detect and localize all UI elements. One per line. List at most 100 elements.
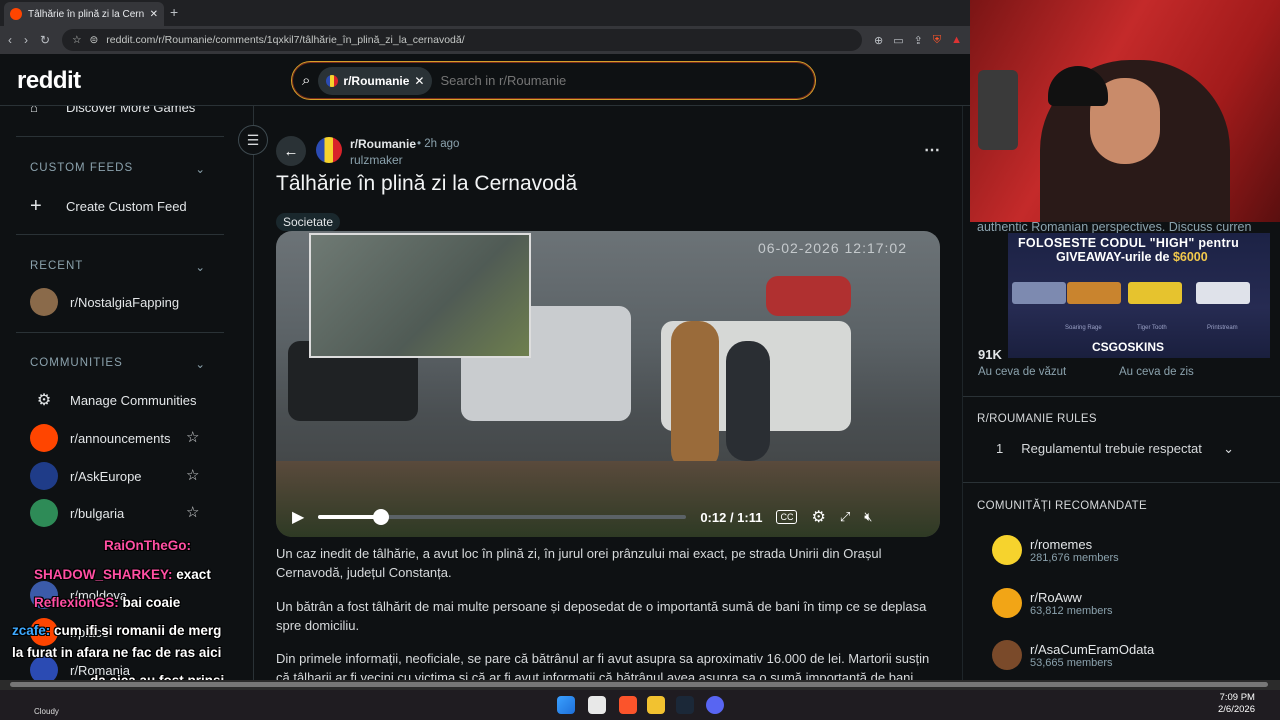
favorite-star-icon[interactable]: ☆ <box>186 503 199 521</box>
community-avatar <box>992 588 1022 618</box>
brave-shield-icon[interactable]: ⛨ <box>933 34 941 47</box>
more-options-icon[interactable]: ⋯ <box>924 140 940 160</box>
divider <box>16 332 224 333</box>
divider <box>16 234 224 235</box>
windows-start-icon[interactable] <box>557 696 575 714</box>
author-link[interactable]: rulzmaker <box>350 153 403 167</box>
sponsor-brand: CSGOSKINS <box>1092 340 1165 354</box>
brave-browser-icon[interactable] <box>619 696 637 714</box>
reload-icon[interactable]: ↻ <box>40 33 50 47</box>
sidebar-item-label: Discover More Games <box>66 106 196 115</box>
rule-item[interactable]: 1 Regulamentul trebuie respectat ⌄ <box>978 441 1234 457</box>
stat-label: Au ceva de văzut <box>978 366 1067 378</box>
remove-scope-icon[interactable]: ✕ <box>414 74 424 88</box>
file-explorer-icon[interactable] <box>647 696 665 714</box>
stat-label: Au ceva de zis <box>1119 366 1194 378</box>
site-info-icon[interactable]: ⊜ <box>89 34 98 46</box>
recommended-community[interactable]: r/RoAww 63,812 members <box>992 588 1113 618</box>
captions-icon[interactable]: CC <box>776 510 798 524</box>
romania-flag-icon <box>326 74 339 87</box>
community-avatar <box>30 288 58 316</box>
rule-number: 1 <box>996 441 1004 456</box>
recent-header[interactable]: RECENT ⌄ <box>30 260 206 274</box>
address-bar[interactable]: ☆ ⊜ reddit.com/r/Roumanie/comments/1qxki… <box>62 29 863 51</box>
communities-header[interactable]: COMMUNITIES ⌄ <box>30 357 206 371</box>
search-input[interactable] <box>440 73 741 88</box>
bookmark-icon[interactable]: ☆ <box>72 34 81 46</box>
share-icon[interactable]: ⇪ <box>914 34 923 47</box>
back-nav-icon[interactable]: ‹ <box>8 33 12 47</box>
microphone-shape <box>978 70 1018 150</box>
browser-tab[interactable]: Tâlhărie în plină zi la Cernavodă ✕ <box>4 2 164 26</box>
scrollbar-thumb[interactable] <box>10 682 1268 687</box>
favorite-star-icon[interactable]: ☆ <box>186 466 199 484</box>
car-shape <box>766 276 851 316</box>
chevron-down-icon: ⌄ <box>195 262 206 274</box>
create-custom-feed-button[interactable]: + Create Custom Feed <box>30 195 187 218</box>
hamburger-menu-icon[interactable]: ☰ <box>238 125 268 155</box>
play-icon[interactable]: ▶ <box>292 507 304 527</box>
seek-progress <box>318 515 381 519</box>
fullscreen-icon[interactable]: ⤢ <box>840 509 850 525</box>
community-name: r/AsaCumEramOdata <box>1030 641 1155 657</box>
settings-icon[interactable]: ⚙ <box>811 507 825 527</box>
plus-icon: + <box>30 195 42 217</box>
stat-value: 91K <box>978 347 1002 362</box>
person-shape <box>726 341 770 461</box>
recommended-community[interactable]: r/romemes 281,676 members <box>992 535 1119 565</box>
post-flair[interactable]: Societate <box>276 213 341 231</box>
chat-username: SHADOW_SHARKEY: <box>34 567 173 582</box>
mute-icon[interactable]: 🔇︎ <box>864 509 872 525</box>
steam-icon[interactable] <box>676 696 694 714</box>
favorite-star-icon[interactable]: ☆ <box>186 428 199 446</box>
community-avatar <box>30 499 58 527</box>
sidebar-item-discover-games[interactable]: ⌂ Discover More Games <box>30 106 195 115</box>
community-members: 63,812 members <box>1030 604 1113 617</box>
community-avatar <box>992 535 1022 565</box>
divider <box>16 136 224 137</box>
new-tab-button[interactable]: + <box>170 4 178 20</box>
subreddit-link[interactable]: r/Roumanie <box>350 137 416 151</box>
close-tab-icon[interactable]: ✕ <box>150 9 158 20</box>
recommended-community[interactable]: r/AsaCumEramOdata 53,665 members <box>992 640 1154 670</box>
reddit-logo[interactable]: reddit <box>17 67 81 95</box>
recommended-header: COMUNITĂȚI RECOMANDATE <box>977 500 1147 512</box>
skin-label: Soaring Rage <box>1065 325 1102 331</box>
sidebar-item-community[interactable]: r/AskEurope <box>30 462 142 490</box>
video-controls: ▶ 0:12 / 1:11 CC ⚙ ⤢ 🔇︎ <box>276 497 940 537</box>
taskbar-clock[interactable]: 7:09 PM 2/6/2026 <box>1218 692 1255 716</box>
rewards-icon[interactable]: ▲ <box>951 34 962 47</box>
seek-bar[interactable] <box>318 509 687 525</box>
skin-image <box>1128 282 1182 304</box>
subreddit-avatar[interactable] <box>316 137 342 163</box>
task-view-icon[interactable] <box>588 696 606 714</box>
sidebar-item-label: r/AskEurope <box>70 468 142 484</box>
skin-image <box>1196 282 1250 304</box>
sidebar-item-recent[interactable]: r/NostalgiaFapping <box>30 288 179 316</box>
sidebar-item-community[interactable]: r/bulgaria <box>30 499 124 527</box>
post-body-paragraph: Din primele informații, neoficiale, se p… <box>276 651 930 680</box>
rules-header: R/ROUMANIE RULES <box>977 413 1097 425</box>
back-button[interactable]: ← <box>276 136 306 166</box>
cast-icon[interactable]: ▭ <box>893 34 903 47</box>
reddit-favicon-icon <box>10 8 22 20</box>
forward-nav-icon[interactable]: › <box>24 33 28 47</box>
search-bar[interactable]: ⌕ r/Roumanie ✕ <box>291 61 816 100</box>
browser-toolbar: ‹ › ↻ ☆ ⊜ reddit.com/r/Roumanie/comments… <box>0 26 970 54</box>
zoom-icon[interactable]: ⊕ <box>874 34 883 47</box>
discord-icon[interactable] <box>706 696 724 714</box>
chat-text: cum ifi si romanii de merg <box>54 623 222 638</box>
skin-label: Tiger Tooth <box>1137 325 1167 331</box>
divider <box>963 482 1280 483</box>
custom-feeds-header[interactable]: CUSTOM FEEDS ⌄ <box>30 162 206 176</box>
weather-label[interactable]: Cloudy <box>34 707 59 716</box>
search-scope-chip[interactable]: r/Roumanie ✕ <box>318 66 433 95</box>
seek-handle[interactable] <box>372 509 389 525</box>
chevron-down-icon: ⌄ <box>195 359 206 371</box>
chat-username: ReflexionGS: <box>34 595 119 610</box>
windows-taskbar <box>0 690 1280 720</box>
sidebar-item-label: r/announcements <box>70 430 171 446</box>
manage-communities-button[interactable]: ⚙ Manage Communities <box>30 390 197 410</box>
chat-message: zcafe: cum ifi si romanii de merg <box>12 623 221 638</box>
sidebar-item-community[interactable]: r/announcements <box>30 424 170 452</box>
